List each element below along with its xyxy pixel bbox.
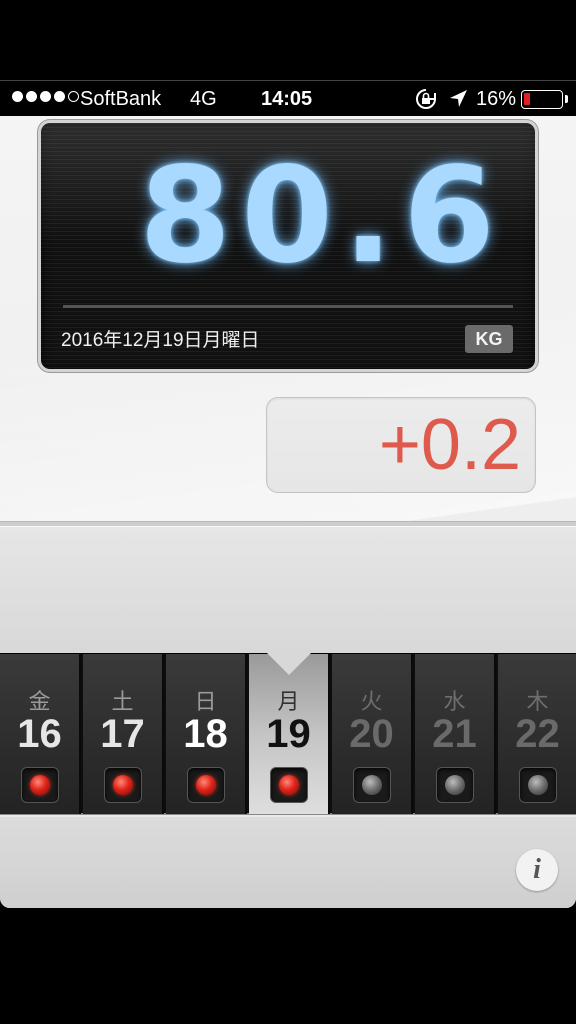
- day-number-label: 20: [349, 712, 394, 756]
- calendar-day[interactable]: 月 19: [249, 654, 330, 814]
- record-indicator: [353, 767, 391, 803]
- battery-percent: 16%: [476, 88, 517, 110]
- selected-day-pointer-icon: [267, 653, 311, 675]
- calendar-strip[interactable]: 金 16 土 17 日 18 月 19 火 20 水 21 木 22: [0, 653, 576, 815]
- recorded-led-icon: [196, 775, 216, 795]
- bottom-panel: [0, 817, 576, 908]
- middle-panel: [0, 527, 576, 653]
- day-number-label: 18: [183, 712, 228, 756]
- unit-badge[interactable]: KG: [465, 325, 513, 353]
- battery-icon: [521, 90, 563, 109]
- signal-dot: [26, 91, 37, 102]
- record-indicator: [21, 767, 59, 803]
- empty-led-icon: [528, 775, 548, 795]
- calendar-day[interactable]: 木 22: [498, 654, 576, 814]
- battery-tip: [565, 95, 568, 103]
- signal-dot: [12, 91, 23, 102]
- calendar-day[interactable]: 金 16: [0, 654, 81, 814]
- day-number-label: 17: [100, 712, 145, 756]
- calendar-day[interactable]: 日 18: [166, 654, 247, 814]
- carrier-name: SoftBank: [80, 88, 162, 110]
- calendar-day[interactable]: 土 17: [83, 654, 164, 814]
- status-bar: SoftBank 4G 14:05 16%: [0, 80, 576, 116]
- weight-difference-value: +0.2: [378, 405, 521, 485]
- record-indicator: [270, 767, 308, 803]
- orientation-lock-icon: [416, 89, 436, 109]
- calendar-day[interactable]: 水 21: [415, 654, 496, 814]
- weight-display: 80.6 2016年12月19日月曜日 KG: [38, 120, 538, 372]
- day-number-label: 16: [17, 712, 62, 756]
- date-label: 2016年12月19日月曜日: [61, 330, 260, 351]
- record-indicator: [187, 767, 225, 803]
- weight-app: 80.6 2016年12月19日月曜日 KG +0.2 金 16 土 17 日 18 月 19…: [0, 116, 576, 908]
- signal-strength-icon: [12, 91, 79, 102]
- calendar-day[interactable]: 火 20: [332, 654, 413, 814]
- empty-led-icon: [445, 775, 465, 795]
- signal-dot: [40, 91, 51, 102]
- day-number-label: 22: [515, 712, 560, 756]
- empty-led-icon: [362, 775, 382, 795]
- weight-value[interactable]: 80.6: [139, 139, 505, 293]
- recorded-led-icon: [30, 775, 50, 795]
- info-button[interactable]: i: [516, 849, 558, 891]
- signal-dot: [68, 91, 79, 102]
- battery-level-fill: [524, 93, 530, 105]
- record-indicator: [519, 767, 557, 803]
- network-type: 4G: [190, 88, 217, 110]
- signal-dot: [54, 91, 65, 102]
- recorded-led-icon: [113, 775, 133, 795]
- record-indicator: [104, 767, 142, 803]
- day-number-label: 21: [432, 712, 477, 756]
- record-indicator: [436, 767, 474, 803]
- display-divider: [63, 305, 513, 308]
- weight-difference-box: +0.2: [266, 397, 536, 493]
- recorded-led-icon: [279, 775, 299, 795]
- clock: 14:05: [261, 88, 313, 110]
- location-arrow-icon: [450, 90, 467, 107]
- day-number-label: 19: [266, 712, 311, 756]
